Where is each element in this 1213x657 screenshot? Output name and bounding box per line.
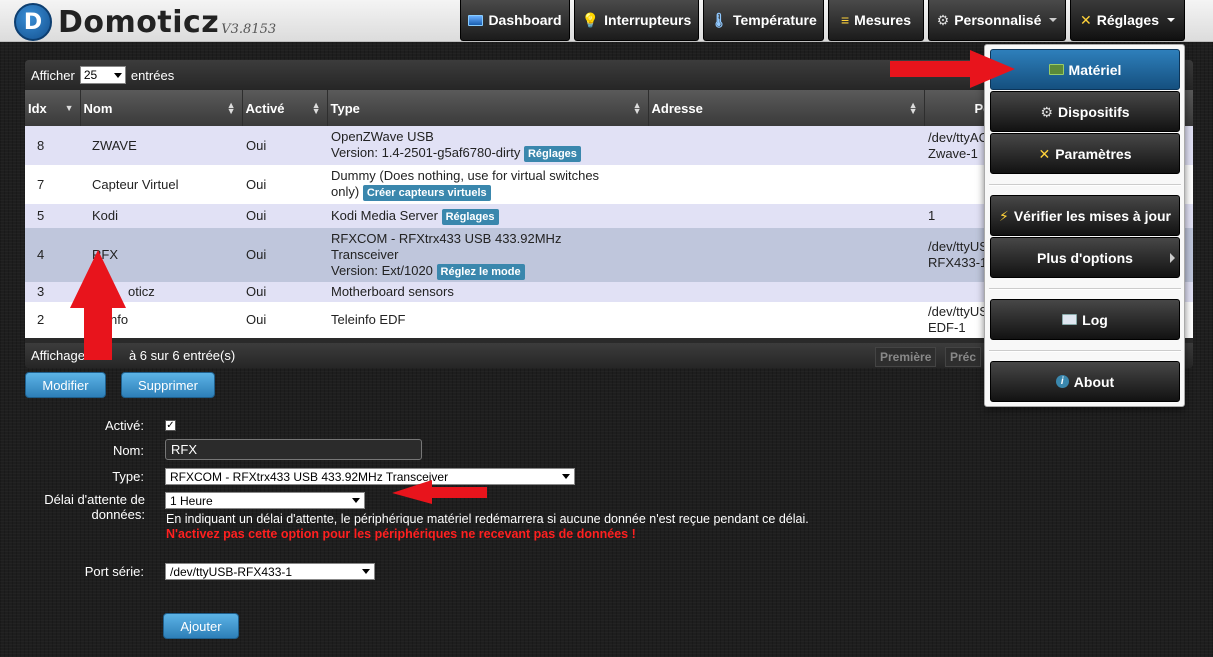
log-icon — [1062, 314, 1078, 325]
serial-port-label: Port série: — [84, 564, 144, 579]
column-header-adresse[interactable]: Adresse ▲ ▼ — [648, 90, 925, 126]
lightbulb-icon: 💡 — [581, 12, 600, 28]
info-icon: i — [1055, 375, 1069, 388]
timeout-help-text: En indiquant un délai d'attente, le péri… — [166, 512, 809, 526]
nav-dashboard[interactable]: Dashboard — [460, 0, 570, 41]
column-header-active[interactable]: Activé ▲ ▼ — [242, 90, 328, 126]
chevron-down-icon — [362, 569, 370, 574]
settings-dropdown-menu: Matériel ⚙ Dispositifs ✕ Paramètres ⚡ Vé… — [984, 44, 1185, 407]
thermometer-icon: 🌡 — [710, 12, 728, 28]
tools-icon: ✕ — [1080, 12, 1092, 28]
sort-icon: ▲ ▼ — [226, 100, 236, 116]
chevron-down-icon — [352, 498, 360, 503]
dashboard-icon — [468, 14, 484, 26]
chevron-down-icon — [1049, 18, 1058, 22]
menu-divider — [989, 350, 1181, 352]
settings-tag-button[interactable]: Réglages — [523, 146, 581, 162]
menu-item-more-options[interactable]: Plus d'options — [990, 237, 1180, 278]
chevron-down-icon — [562, 474, 570, 479]
update-icon: ⚡ — [998, 207, 1009, 224]
nav-personnalise[interactable]: ⚙ Personnalisé — [928, 0, 1066, 41]
sort-icon: ▲ ▼ — [908, 100, 918, 116]
settings-tag-button[interactable]: Réglages — [441, 208, 499, 225]
modify-button[interactable]: Modifier — [25, 372, 106, 398]
delete-button[interactable]: Supprimer — [121, 372, 215, 398]
type-label: Type: — [112, 469, 144, 484]
sort-icon: ▲ ▼ — [311, 100, 321, 116]
sort-desc-icon: ▼ — [64, 103, 74, 113]
menu-item-settings[interactable]: ✕ Paramètres — [990, 133, 1180, 174]
type-select[interactable]: RFXCOM - RFXtrx433 USB 433.92MHz Transce… — [165, 468, 575, 485]
column-header-type[interactable]: Type ▲ ▼ — [327, 90, 649, 126]
serial-port-select[interactable]: /dev/ttyUSB-RFX433-1 — [165, 563, 375, 580]
chevron-down-icon — [1166, 18, 1175, 22]
nav-temperature[interactable]: 🌡 Température — [703, 0, 824, 41]
set-mode-button[interactable]: Réglez le mode — [436, 263, 525, 280]
timeout-warning-text: N'activez pas cette option pour les péri… — [166, 527, 636, 541]
nav-reglages[interactable]: ✕ Réglages — [1070, 0, 1185, 41]
page-size-select[interactable]: 25 — [79, 66, 126, 84]
app-name: Domoticz — [58, 4, 220, 40]
name-field[interactable]: RFX — [165, 439, 422, 460]
column-header-nom[interactable]: Nom ▲ ▼ — [80, 90, 243, 126]
add-button[interactable]: Ajouter — [163, 613, 239, 639]
tools-icon: ✕ — [1038, 145, 1051, 162]
menu-divider — [989, 184, 1181, 186]
hardware-icon — [1048, 64, 1064, 75]
pager-previous[interactable]: Préc — [945, 347, 982, 367]
menu-item-about[interactable]: i About — [990, 361, 1180, 402]
app-logo[interactable]: D Domoticz V3.8153 — [14, 3, 277, 41]
menu-item-devices[interactable]: ⚙ Dispositifs — [990, 91, 1180, 132]
gear-icon: ⚙ — [1040, 103, 1053, 120]
menu-divider — [989, 288, 1181, 290]
gear-icon: ⚙ — [936, 12, 950, 28]
name-label: Nom: — [112, 443, 144, 458]
top-bar: D Domoticz V3.8153 Dashboard 💡 Interrupt… — [0, 0, 1213, 42]
menu-item-hardware[interactable]: Matériel — [990, 49, 1180, 90]
create-virtual-sensors-button[interactable]: Créer capteurs virtuels — [362, 185, 491, 201]
menu-item-log[interactable]: Log — [990, 299, 1180, 340]
nav-mesures[interactable]: ≡ Mesures — [828, 0, 924, 41]
timeout-label: Délai d'attente de données: — [44, 492, 145, 522]
column-header-idx[interactable]: Idx ▼ — [25, 90, 81, 126]
pager-first[interactable]: Première — [875, 347, 937, 367]
enabled-checkbox[interactable]: ✓ — [165, 420, 176, 431]
domoticz-logo-icon: D — [14, 3, 52, 41]
chevron-down-icon — [113, 72, 122, 78]
menu-item-check-updates[interactable]: ⚡ Vérifier les mises à jour — [990, 195, 1180, 236]
timeout-select[interactable]: 1 Heure — [165, 492, 365, 509]
nav-interrupteurs[interactable]: 💡 Interrupteurs — [574, 0, 699, 41]
sort-icon: ▲ ▼ — [632, 100, 642, 116]
app-version: V3.8153 — [221, 21, 277, 37]
enabled-label: Activé: — [104, 418, 144, 433]
chevron-right-icon — [1170, 253, 1175, 263]
measures-icon: ≡ — [841, 12, 850, 28]
